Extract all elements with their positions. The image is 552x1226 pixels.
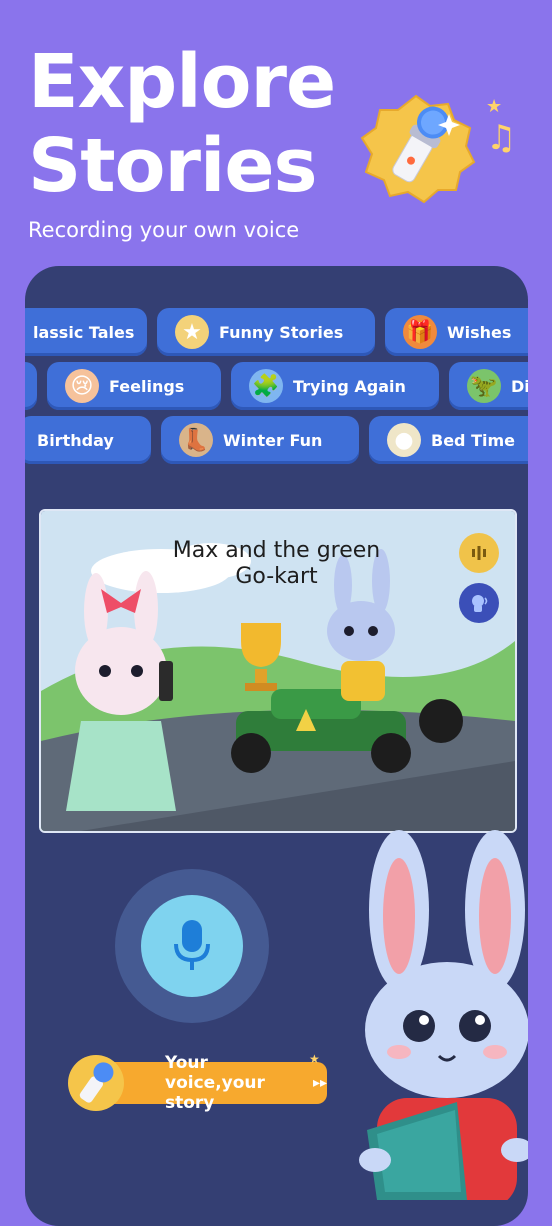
category-label: Feelings (109, 376, 185, 396)
category-label: Birthday (37, 430, 114, 450)
your-voice-cta-button[interactable]: Your voice,your story ▸▸ (95, 1053, 327, 1113)
category-label: Trying Again (293, 376, 406, 396)
category-trying-again[interactable]: 🧩 Trying Again (231, 362, 439, 410)
microphone-badge-icon (360, 94, 476, 204)
category-partial[interactable] (25, 362, 37, 410)
music-note-icon: ♫ (486, 118, 517, 158)
crying-baby-icon: 😢 (65, 369, 99, 403)
category-label: Bed Time (431, 430, 515, 450)
category-label: Wishes (447, 322, 512, 342)
category-wishes[interactable]: 🎁 Wishes (385, 308, 528, 356)
category-dinosaurs[interactable]: 🦖 Dinosaurs (449, 362, 528, 410)
category-bed-time[interactable]: ● Bed Time (369, 416, 528, 464)
puzzle-icon: 🧩 (249, 369, 283, 403)
category-classic-tales[interactable]: lassic Tales (25, 308, 147, 356)
cta-arrows-icon: ▸▸ (312, 1075, 327, 1091)
category-feelings[interactable]: 😢 Feelings (47, 362, 221, 410)
page-title: Explore Stories (28, 39, 336, 209)
category-funny-stories[interactable]: ★ Funny Stories (157, 308, 375, 356)
speaking-head-icon (472, 595, 488, 612)
bunny-reading-illustration (359, 830, 528, 1200)
microphone-icon (174, 920, 210, 970)
cta-microphone-icon (68, 1055, 124, 1111)
category-row-1: lassic Tales ★ Funny Stories 🎁 Wishes 🎂 (25, 308, 528, 356)
page-title-line1: Explore (28, 39, 336, 125)
boots-icon: 👢 (179, 423, 213, 457)
story-title: Max and the green Go-kart (25, 538, 528, 590)
category-label: lassic Tales (33, 322, 135, 342)
record-button[interactable] (141, 895, 243, 997)
story-title-line1: Max and the green (172, 538, 381, 563)
star-doll-icon: ★ (175, 315, 209, 349)
category-birthday[interactable]: Birthday (25, 416, 151, 464)
story-title-line2: Go-kart (235, 564, 318, 589)
cta-sparkle-icon: ★ (309, 1052, 320, 1066)
page-title-line2: Stories (28, 123, 318, 209)
category-row-2: 😢 Feelings 🧩 Trying Again 🦖 Dinosaurs (25, 362, 528, 410)
sparkle-icon: ★ (486, 96, 503, 117)
gift-icon: 🎁 (403, 315, 437, 349)
category-label: Funny Stories (219, 322, 344, 342)
category-label: Winter Fun (223, 430, 323, 450)
category-row-3: Birthday 👢 Winter Fun ● Bed Time ? W (25, 416, 528, 464)
category-winter-fun[interactable]: 👢 Winter Fun (161, 416, 359, 464)
page-subtitle: Recording your own voice (28, 218, 300, 242)
category-label: Dinosaurs (511, 376, 528, 396)
phone-panel: lassic Tales ★ Funny Stories 🎁 Wishes 🎂 … (25, 266, 528, 1226)
moon-icon: ● (387, 423, 421, 457)
dinosaur-icon: 🦖 (467, 369, 501, 403)
cta-label: Your voice,your story (165, 1053, 265, 1113)
